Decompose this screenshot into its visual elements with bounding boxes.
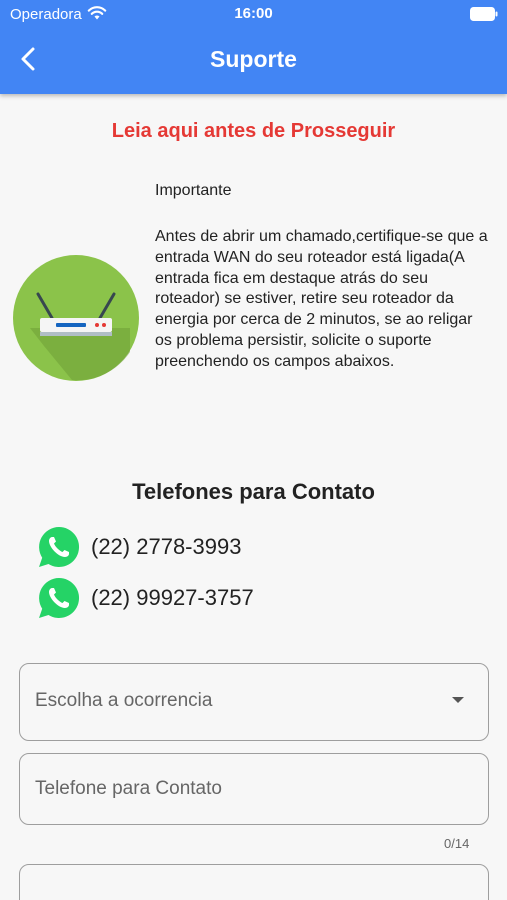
router-icon: [13, 255, 139, 381]
occurrence-placeholder: Escolha a ocorrencia: [35, 690, 213, 711]
whatsapp-icon: [39, 577, 80, 618]
phone-number: (22) 2778-3993: [91, 534, 242, 559]
dropdown-arrow-icon: [452, 697, 464, 703]
whatsapp-icon: [39, 526, 80, 567]
contact-phone-placeholder: Telefone para Contato: [35, 778, 222, 799]
occurrence-dropdown[interactable]: Escolha a ocorrencia: [19, 663, 489, 741]
contact-phone-input[interactable]: Telefone para Contato: [19, 753, 489, 825]
phone-contact-1[interactable]: (22) 2778-3993: [36, 524, 241, 570]
contacts-title: Telefones para Contato: [132, 479, 375, 504]
info-text: Antes de abrir um chamado,certifique-se …: [155, 228, 488, 370]
page-title: Suporte: [210, 46, 297, 72]
phone-number: (22) 99927-3757: [91, 585, 254, 610]
status-bar: Operadora 16:00: [0, 0, 507, 30]
status-time: 16:00: [234, 5, 273, 22]
warning-title: Leia aqui antes de Prosseguir: [111, 120, 396, 142]
battery-icon: [470, 7, 498, 21]
important-label: Importante: [155, 182, 232, 199]
phone-contact-2[interactable]: (22) 99927-3757: [36, 575, 254, 621]
character-counter: 0/14: [444, 836, 470, 851]
description-input[interactable]: [19, 864, 489, 900]
app-bar: Operadora 16:00 Suporte: [0, 0, 507, 94]
